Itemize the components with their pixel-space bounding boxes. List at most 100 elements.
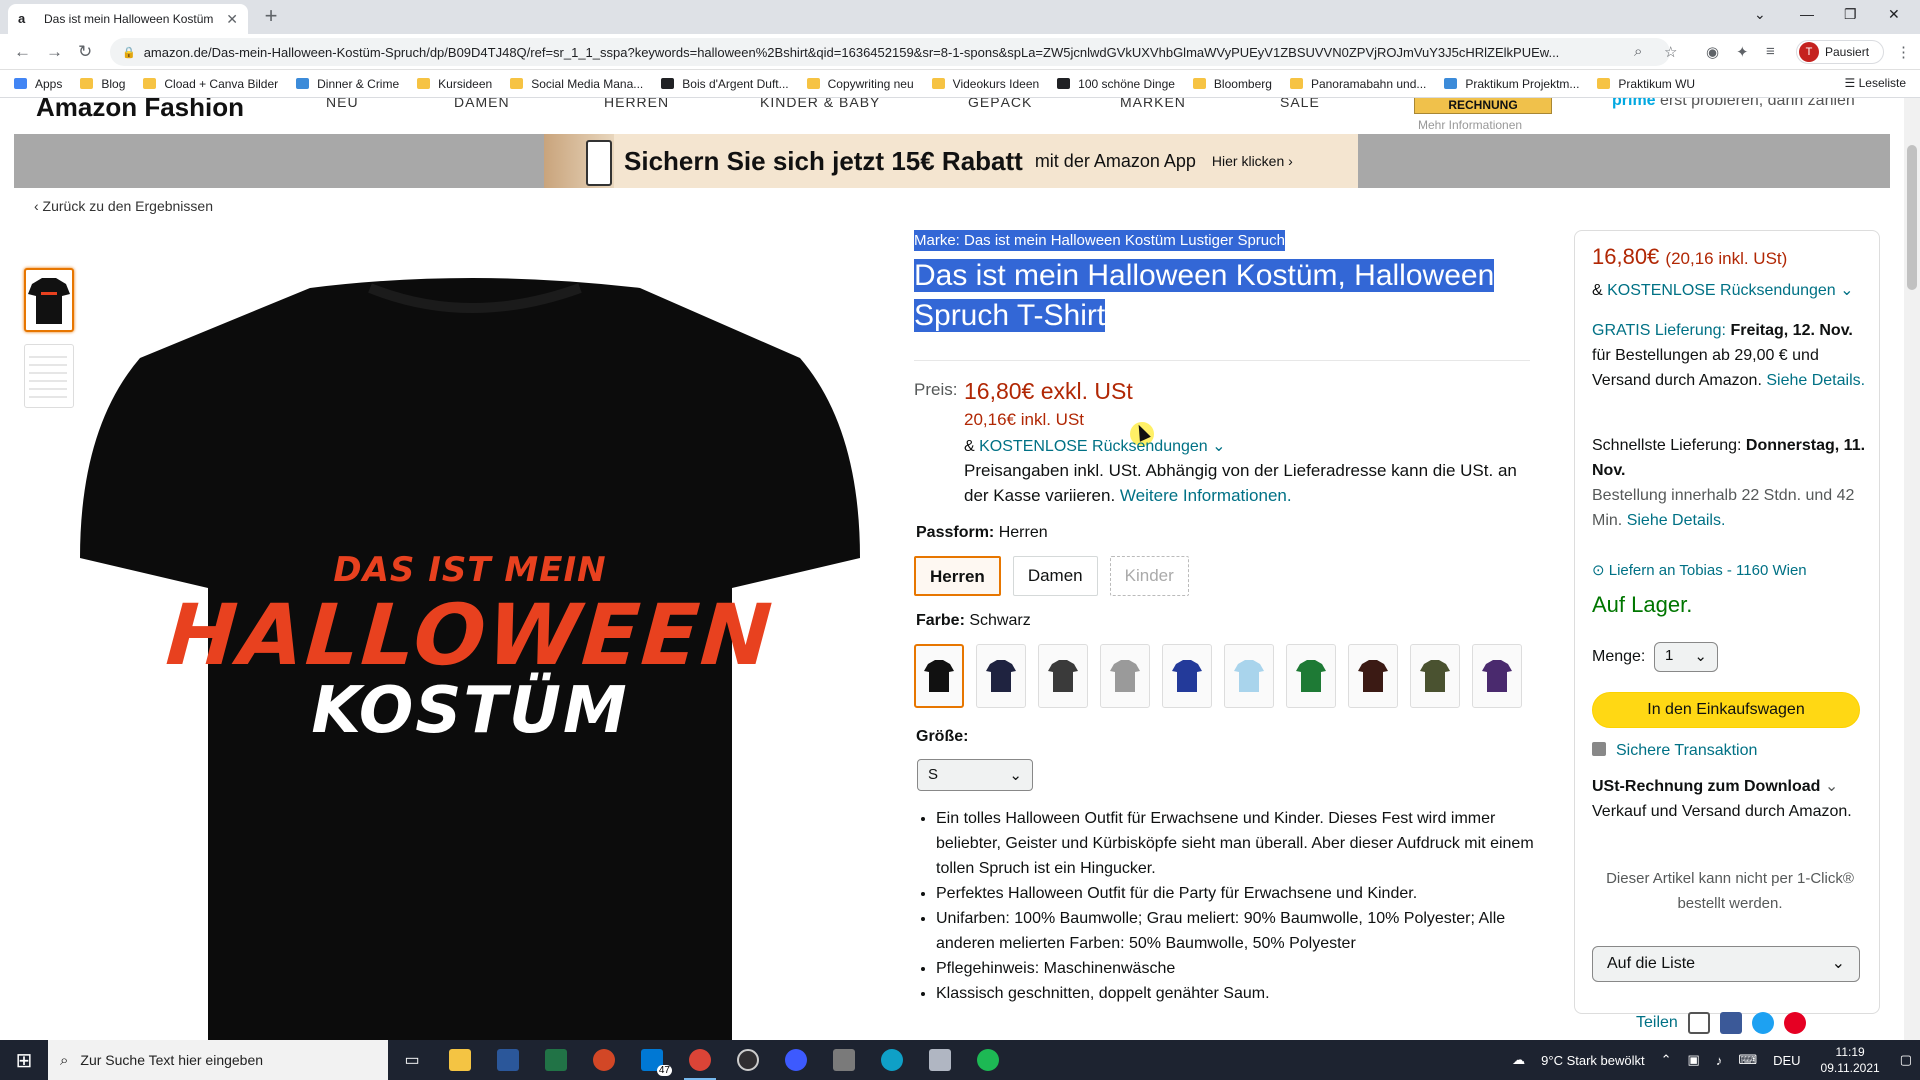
puzzle-icon[interactable]: ✦ (1736, 43, 1749, 61)
reload-icon[interactable]: ↻ (78, 42, 92, 62)
media-icon[interactable]: ≡ (1766, 43, 1775, 60)
product-main-image[interactable]: DAS IST MEIN HALLOWEEN KOSTÜM (80, 268, 860, 1040)
details-link[interactable]: Siehe Details. (1766, 372, 1865, 389)
twitter-icon[interactable] (1751, 1012, 1774, 1034)
bookmark-praktikum-wu[interactable]: Praktikum WU (1597, 77, 1695, 91)
bookmark-copywriting[interactable]: Copywriting neu (806, 77, 914, 91)
more-info-link[interactable]: Weitere Informationen. (1120, 486, 1292, 505)
language-indicator[interactable]: DEU (1773, 1053, 1800, 1068)
nav-item-herren[interactable]: HERREN (604, 98, 669, 110)
color-swatch[interactable] (1162, 644, 1212, 708)
scrollbar-thumb[interactable] (1907, 145, 1917, 290)
email-icon[interactable] (1687, 1012, 1710, 1034)
word-icon[interactable] (484, 1040, 532, 1080)
bookmark-social[interactable]: Social Media Mana... (510, 77, 643, 91)
color-swatch[interactable] (1286, 644, 1336, 708)
color-swatch[interactable] (1472, 644, 1522, 708)
reading-list-button[interactable]: ☰ Leseliste (1845, 76, 1906, 90)
chrome-icon[interactable] (676, 1040, 724, 1080)
file-explorer-icon[interactable] (436, 1040, 484, 1080)
forward-icon[interactable]: → (46, 42, 63, 62)
bookmark-cload[interactable]: Cload + Canva Bilder (143, 77, 278, 91)
tab-search-icon[interactable]: ⌄ (1754, 6, 1766, 23)
spotify-icon[interactable] (964, 1040, 1012, 1080)
fit-option-herren[interactable]: Herren (914, 556, 1001, 596)
fashion-logo[interactable]: Amazon Fashion (36, 98, 244, 123)
mehr-info-link[interactable]: Mehr Informationen (1418, 118, 1522, 132)
notification-icon[interactable]: ▢ (1900, 1052, 1912, 1068)
free-delivery-link[interactable]: GRATIS Lieferung: (1592, 322, 1726, 339)
calculator-icon[interactable] (820, 1040, 868, 1080)
nav-item-sale[interactable]: SALE (1280, 98, 1320, 110)
delivery-location[interactable]: ⊙ Liefern an Tobias - 1160 Wien (1592, 558, 1868, 583)
add-to-cart-button[interactable]: In den Einkaufswagen (1592, 692, 1860, 728)
secure-transaction[interactable]: Sichere Transaktion (1592, 738, 1868, 763)
fit-option-damen[interactable]: Damen (1012, 556, 1098, 596)
task-view-icon[interactable]: ▭ (388, 1040, 436, 1080)
buybox-returns-link[interactable]: KOSTENLOSE Rücksendungen (1607, 282, 1836, 299)
pinterest-icon[interactable] (1783, 1012, 1806, 1034)
close-tab-icon[interactable]: ✕ (226, 11, 238, 28)
bookmark-dinner[interactable]: Dinner & Crime (296, 77, 399, 91)
restore-icon[interactable]: ❐ (1844, 6, 1857, 23)
bookmark-blog[interactable]: Blog (80, 77, 125, 91)
quantity-select[interactable]: 1 ⌄ (1654, 642, 1718, 672)
chevron-down-icon[interactable]: ⌄ (1212, 438, 1225, 455)
clock[interactable]: 11:19 09.11.2021 (1821, 1044, 1880, 1076)
bookmark-apps[interactable]: Apps (14, 77, 62, 91)
app-icon[interactable] (772, 1040, 820, 1080)
obs-icon[interactable] (724, 1040, 772, 1080)
prime-promo[interactable]: prime erst probieren, dann zahlen (1612, 98, 1855, 110)
url-field[interactable]: 🔒 amazon.de/Das-mein-Halloween-Kostüm-Sp… (110, 38, 1670, 66)
bookmark-100[interactable]: 100 schöne Dinge (1057, 77, 1175, 91)
bookmark-panorama[interactable]: Panoramabahn und... (1289, 77, 1426, 91)
back-to-results-link[interactable]: ‹ Zurück zu den Ergebnissen (34, 198, 213, 214)
powerpoint-icon[interactable] (580, 1040, 628, 1080)
taskbar-search[interactable]: ⌕ Zur Suche Text hier eingeben (48, 1040, 388, 1080)
bookmark-videokurs[interactable]: Videokurs Ideen (931, 77, 1039, 91)
menu-icon[interactable]: ⋮ (1896, 43, 1911, 61)
tray-chevron-icon[interactable]: ⌃ (1661, 1052, 1672, 1068)
promo-banner[interactable]: Sichern Sie sich jetzt 15€ Rabatt mit de… (14, 134, 1890, 188)
color-swatch[interactable] (1038, 644, 1088, 708)
windows-start-icon[interactable]: ⊞ (0, 1040, 48, 1080)
facebook-icon[interactable] (1719, 1012, 1742, 1034)
color-swatch[interactable] (1224, 644, 1274, 708)
nav-item-damen[interactable]: DAMEN (454, 98, 510, 110)
extension-icon[interactable]: ◉ (1706, 43, 1719, 61)
weather-text[interactable]: 9°C Stark bewölkt (1541, 1053, 1644, 1068)
bookmark-kursideen[interactable]: Kursideen (417, 77, 492, 91)
chevron-down-icon[interactable]: ⌄ (1840, 282, 1853, 299)
bookmark-praktikum-projekt[interactable]: Praktikum Projektm... (1444, 77, 1579, 91)
edge-icon[interactable] (868, 1040, 916, 1080)
mail-icon[interactable]: 47 (628, 1040, 676, 1080)
browser-tab[interactable]: a Das ist mein Halloween Kostüm ✕ (8, 4, 248, 34)
size-select[interactable]: S ⌄ (917, 759, 1033, 791)
fit-option-kinder[interactable]: Kinder (1109, 556, 1189, 596)
nav-item-kinder[interactable]: KINDER & BABY (760, 98, 880, 110)
color-swatch[interactable] (914, 644, 964, 708)
chevron-down-icon[interactable]: ⌄ (1832, 947, 1845, 981)
excel-icon[interactable] (532, 1040, 580, 1080)
bookmark-star-icon[interactable]: ☆ (1664, 43, 1677, 61)
network-icon[interactable]: ▣ (1688, 1052, 1700, 1068)
volume-icon[interactable]: ♪ (1716, 1053, 1723, 1068)
buybox-returns[interactable]: & KOSTENLOSE Rücksendungen ⌄ (1592, 278, 1868, 303)
nav-item-gepaeck[interactable]: GEPÄCK (968, 98, 1032, 110)
chevron-down-icon[interactable]: ⌄ (1825, 778, 1838, 795)
color-swatch[interactable] (1348, 644, 1398, 708)
color-swatch[interactable] (1100, 644, 1150, 708)
promo-banner-inner[interactable]: Sichern Sie sich jetzt 15€ Rabatt mit de… (544, 134, 1358, 188)
color-swatch[interactable] (1410, 644, 1460, 708)
color-swatch[interactable] (976, 644, 1026, 708)
ust-invoice-title[interactable]: USt-Rechnung zum Download (1592, 778, 1820, 795)
notes-icon[interactable] (916, 1040, 964, 1080)
minimize-icon[interactable]: — (1800, 6, 1814, 22)
banner-cta[interactable]: Hier klicken › (1212, 153, 1293, 169)
thumbnail-size-chart[interactable] (24, 344, 74, 408)
bookmark-bloomberg[interactable]: Bloomberg (1192, 77, 1272, 91)
weather-icon[interactable]: ☁ (1512, 1052, 1525, 1068)
thumbnail-shirt[interactable] (24, 268, 74, 332)
bookmark-bois[interactable]: Bois d'Argent Duft... (661, 77, 789, 91)
details-link[interactable]: Siehe Details. (1627, 512, 1726, 529)
